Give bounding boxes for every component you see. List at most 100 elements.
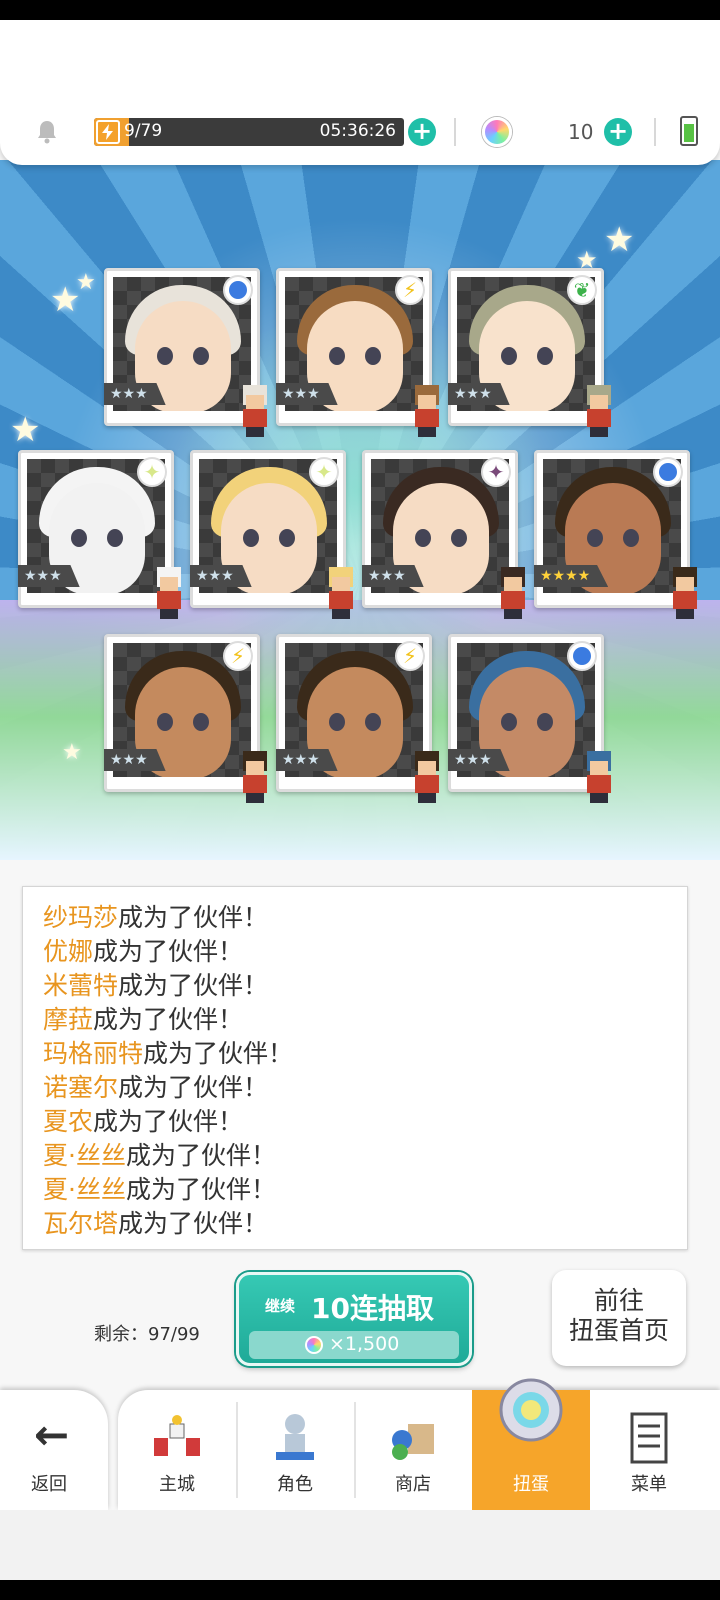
light-element-icon: ✦ [137, 457, 167, 487]
sprite-part [676, 577, 694, 591]
log-suffix: 成为了伙伴！ [125, 1141, 276, 1170]
log-suffix: 成为了伙伴！ [118, 903, 269, 932]
portrait-eye [193, 347, 209, 365]
log-suffix: 成为了伙伴！ [93, 1005, 244, 1034]
add-gem-button[interactable]: + [604, 118, 632, 146]
sprite-part [246, 761, 264, 775]
rarity-stars: ★★★ [190, 565, 252, 587]
character-name: 玛格丽特 [43, 1039, 144, 1068]
portrait-eye [415, 529, 431, 547]
sprite-part [590, 793, 608, 803]
nav-label: 角色 [277, 1474, 313, 1495]
character-name: 夏·丝丝 [43, 1141, 126, 1170]
character-card[interactable]: ★★★★ [534, 450, 697, 619]
nav-item-shop[interactable]: 商店 [354, 1390, 472, 1510]
rarity-stars: ★★★ [276, 749, 338, 771]
gacha-capsule-icon [499, 1378, 563, 1442]
log-suffix: 成为了伙伴！ [118, 1209, 269, 1238]
character-name: 纱玛莎 [43, 903, 119, 932]
menu-list-icon [630, 1412, 668, 1464]
character-card[interactable]: ❦ ★★★ [448, 268, 611, 437]
pixel-sprite [667, 567, 703, 619]
character-card[interactable]: ⚡ ★★★ [276, 634, 439, 803]
battery-icon [680, 116, 698, 146]
pixel-sprite [581, 751, 617, 803]
log-suffix: 成为了伙伴！ [93, 1107, 244, 1136]
rarity-stars: ★★★ [104, 749, 166, 771]
gacha-stage: ★ ★ ★ ★ ★ ★ ★★★ ⚡ ★★★ ❦ ★★★ ✦ ★★★ ✦ ★★★ ✦ ★★★ ★★★★ ⚡… [0, 160, 720, 860]
pixel-sprite [495, 567, 531, 619]
portrait-eye [365, 713, 381, 731]
rarity-stars: ★★★ [448, 383, 510, 405]
bolt-element-icon: ⚡ [395, 275, 425, 305]
sprite-part [587, 409, 611, 427]
character-name: 诺塞尔 [43, 1073, 119, 1102]
bolt-element-icon: ⚡ [395, 641, 425, 671]
remaining-count: 剩余：97/99 [94, 1324, 200, 1345]
header-divider [654, 118, 656, 146]
portrait-eye [71, 529, 87, 547]
nav-item-town[interactable]: 主城 [118, 1390, 236, 1510]
stamina-timer: 05:36:26 [319, 121, 396, 141]
pixel-sprite [323, 567, 359, 619]
log-line: 夏·丝丝成为了伙伴！ [43, 1173, 667, 1207]
log-suffix: 成为了伙伴！ [118, 971, 269, 1000]
rarity-stars: ★★★ [448, 749, 510, 771]
gacha-home-line2: 扭蛋首页 [568, 1316, 669, 1345]
nav-item-menu[interactable]: 菜单 [590, 1390, 708, 1510]
sprite-part [673, 591, 697, 609]
draw-cost-value: ×1,500 [329, 1333, 400, 1355]
bottom-nav: ← 返回 主城 角色 商店 扭蛋 菜单 [0, 1378, 720, 1520]
result-log[interactable]: 纱玛莎成为了伙伴！ 优娜成为了伙伴！ 米蕾特成为了伙伴！ 摩菈成为了伙伴！ 玛格丽特成为… [22, 886, 688, 1250]
sprite-part [504, 577, 522, 591]
rarity-stars: ★★★ [18, 565, 80, 587]
nav-item-characters[interactable]: 角色 [236, 1390, 354, 1510]
sprite-part [504, 609, 522, 619]
sprite-part [160, 609, 178, 619]
portrait-eye [623, 529, 639, 547]
portrait-eye [537, 713, 553, 731]
sprite-part [329, 591, 353, 609]
character-card[interactable]: ⚡ ★★★ [276, 268, 439, 437]
character-card[interactable]: ✦ ★★★ [18, 450, 181, 619]
log-suffix: 成为了伙伴！ [125, 1175, 276, 1204]
back-label: 返回 [31, 1474, 67, 1495]
stamina-count: 9/79 [124, 121, 163, 141]
gacha-home-button[interactable]: 前往 扭蛋首页 [552, 1270, 686, 1366]
water-element-icon [653, 457, 683, 487]
portrait-eye [329, 713, 345, 731]
log-line: 优娜成为了伙伴！ [43, 935, 667, 969]
character-card[interactable]: ⚡ ★★★ [104, 634, 267, 803]
sprite-part [418, 395, 436, 409]
log-line: 夏农成为了伙伴！ [43, 1105, 667, 1139]
add-stamina-button[interactable]: + [408, 118, 436, 146]
sprite-part [590, 427, 608, 437]
nav-item-gacha[interactable]: 扭蛋 [472, 1378, 590, 1510]
portrait-eye [243, 529, 259, 547]
sprite-part [418, 427, 436, 437]
portrait-eye [365, 347, 381, 365]
sprite-part [246, 427, 264, 437]
gem-icon [305, 1336, 323, 1354]
back-button[interactable]: ← 返回 [0, 1390, 108, 1510]
log-line: 米蕾特成为了伙伴！ [43, 969, 667, 1003]
draw-10-button[interactable]: 继续 10连抽取 ×1,500 [236, 1272, 472, 1366]
rarity-stars: ★★★ [276, 383, 338, 405]
character-card[interactable]: ✦ ★★★ [362, 450, 525, 619]
log-suffix: 成为了伙伴！ [143, 1039, 294, 1068]
portrait-eye [193, 713, 209, 731]
nav-label: 菜单 [631, 1474, 667, 1495]
bell-icon[interactable] [34, 118, 60, 144]
leaf-element-icon: ❦ [567, 275, 597, 305]
character-icon [276, 1414, 314, 1460]
status-header: 9/79 05:36:26 + 10 + [0, 20, 720, 165]
character-card[interactable]: ★★★ [104, 268, 267, 437]
character-card[interactable]: ★★★ [448, 634, 611, 803]
portrait-eye [157, 347, 173, 365]
rarity-stars: ★★★ [104, 383, 166, 405]
character-card[interactable]: ✦ ★★★ [190, 450, 353, 619]
character-name: 夏·丝丝 [43, 1175, 126, 1204]
log-line: 夏·丝丝成为了伙伴！ [43, 1139, 667, 1173]
character-name: 优娜 [43, 937, 94, 966]
character-name: 瓦尔塔 [43, 1209, 119, 1238]
